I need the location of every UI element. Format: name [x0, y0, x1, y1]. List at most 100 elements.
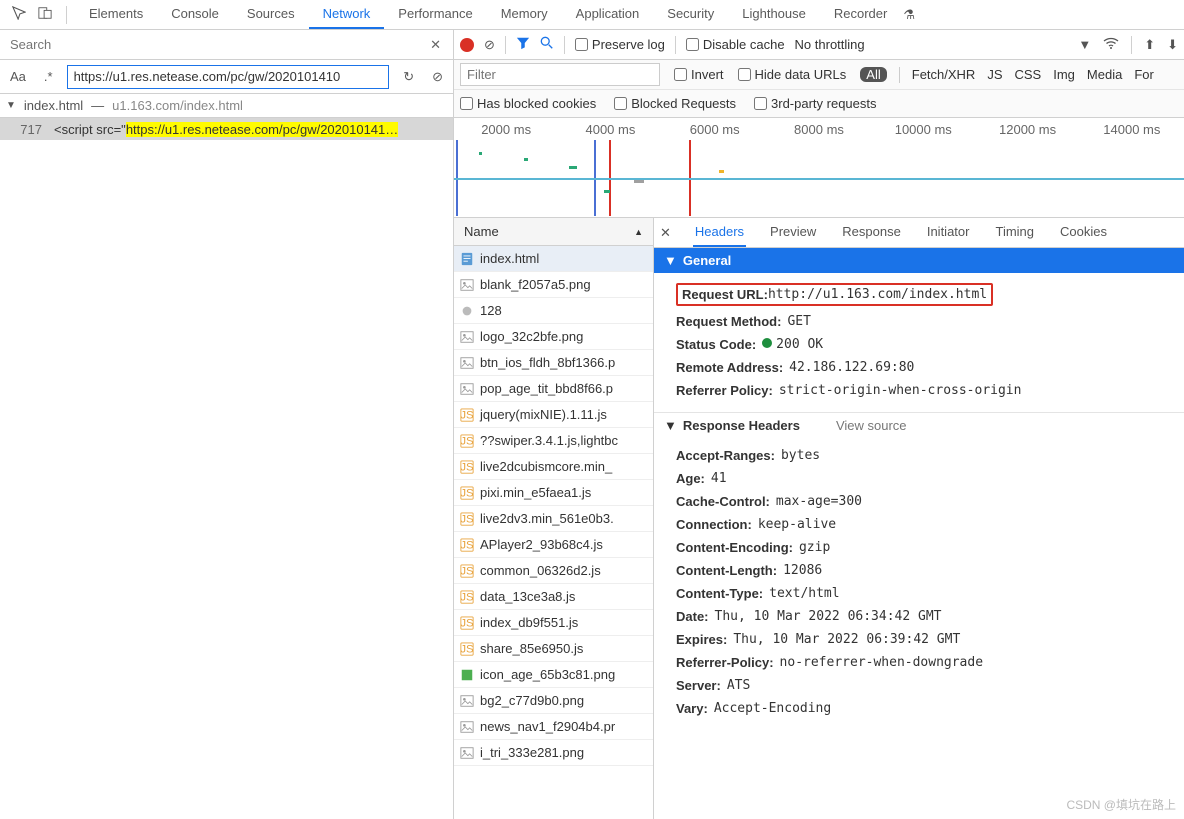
request-row[interactable]: JS??swiper.3.4.1.js,lightbc	[454, 428, 653, 454]
preserve-log-checkbox[interactable]: Preserve log	[575, 37, 665, 52]
search-query-input[interactable]	[67, 65, 390, 89]
tab-recorder[interactable]: Recorder	[820, 0, 901, 29]
detail-tab-timing[interactable]: Timing	[993, 218, 1036, 247]
header-row: Server: ATS	[676, 674, 1184, 697]
search-icon[interactable]	[540, 36, 554, 53]
filter-type-img[interactable]: Img	[1053, 67, 1075, 82]
throttling-dropdown-icon[interactable]: ▼	[1078, 37, 1091, 52]
column-header-name[interactable]: Name▲	[454, 218, 653, 246]
tab-security[interactable]: Security	[653, 0, 728, 29]
filter-icon[interactable]	[516, 36, 530, 53]
match-case-toggle[interactable]: Aa	[6, 67, 30, 86]
request-row[interactable]: JSlive2dv3.min_561e0b3.	[454, 506, 653, 532]
request-row[interactable]: btn_ios_fldh_8bf1366.p	[454, 350, 653, 376]
header-key: Referrer-Policy:	[676, 655, 774, 670]
request-row[interactable]: blank_f2057a5.png	[454, 272, 653, 298]
invert-checkbox[interactable]: Invert	[674, 67, 724, 82]
detail-tab-initiator[interactable]: Initiator	[925, 218, 972, 247]
request-name: i_tri_333e281.png	[480, 745, 584, 760]
inspect-icon[interactable]	[6, 2, 32, 27]
tab-console[interactable]: Console	[157, 0, 233, 29]
sort-asc-icon: ▲	[634, 227, 643, 237]
svg-text:JS: JS	[460, 591, 474, 603]
request-row[interactable]: JSshare_85e6950.js	[454, 636, 653, 662]
tab-sources[interactable]: Sources	[233, 0, 309, 29]
request-row[interactable]: JSAPlayer2_93b68c4.js	[454, 532, 653, 558]
result-filepath: u1.163.com/index.html	[112, 98, 243, 113]
blocked-requests-checkbox[interactable]: Blocked Requests	[614, 96, 736, 111]
search-input[interactable]	[6, 33, 424, 56]
download-icon[interactable]: ⬇	[1167, 37, 1178, 53]
header-row: Cache-Control: max-age=300	[676, 490, 1184, 513]
request-row[interactable]: JSlive2dcubismcore.min_	[454, 454, 653, 480]
tab-lighthouse[interactable]: Lighthouse	[728, 0, 820, 29]
request-name: pixi.min_e5faea1.js	[480, 485, 591, 500]
tab-performance[interactable]: Performance	[384, 0, 486, 29]
request-row[interactable]: news_nav1_f2904b4.pr	[454, 714, 653, 740]
header-key: Content-Type:	[676, 586, 763, 601]
filter-type-for[interactable]: For	[1134, 67, 1154, 82]
filter-type-js[interactable]: JS	[987, 67, 1002, 82]
request-row[interactable]: JSindex_db9f551.js	[454, 610, 653, 636]
header-value: 12086	[783, 563, 822, 578]
header-value: 41	[711, 471, 727, 486]
device-toggle-icon[interactable]	[32, 2, 58, 27]
search-result-line[interactable]: 717 <script src="https://u1.res.netease.…	[0, 118, 453, 140]
recorder-flask-icon: ⚗	[903, 7, 915, 23]
devtools-main-tabs: ElementsConsoleSourcesNetworkPerformance…	[0, 0, 1184, 30]
tab-elements[interactable]: Elements	[75, 0, 157, 29]
request-row[interactable]: JScommon_06326d2.js	[454, 558, 653, 584]
filter-type-media[interactable]: Media	[1087, 67, 1122, 82]
search-result-file[interactable]: ▼ index.html — u1.163.com/index.html	[0, 94, 453, 118]
tick: 2000 ms	[454, 122, 558, 137]
request-name: index.html	[480, 251, 539, 266]
hide-data-urls-checkbox[interactable]: Hide data URLs	[738, 67, 847, 82]
filter-bar: Invert Hide data URLs All Fetch/XHR JS CSS I…	[454, 60, 1184, 90]
throttling-select[interactable]: No throttling	[795, 37, 865, 52]
detail-tab-headers[interactable]: Headers	[693, 218, 746, 247]
header-row: Request URL: http://u1.163.com/index.htm…	[676, 279, 1184, 310]
request-row[interactable]: JSpixi.min_e5faea1.js	[454, 480, 653, 506]
tab-application[interactable]: Application	[562, 0, 654, 29]
section-response-headers[interactable]: ▼Response HeadersView source	[654, 412, 1184, 438]
clear-icon[interactable]: ⊘	[484, 37, 495, 53]
blocked-cookies-checkbox[interactable]: Has blocked cookies	[460, 96, 596, 111]
request-name: live2dv3.min_561e0b3.	[480, 511, 614, 526]
filter-type-fetch/xhr[interactable]: Fetch/XHR	[912, 67, 976, 82]
request-name: news_nav1_f2904b4.pr	[480, 719, 615, 734]
overview-timeline[interactable]: 2000 ms4000 ms6000 ms8000 ms10000 ms1200…	[454, 118, 1184, 218]
regex-toggle[interactable]: .*	[40, 67, 57, 86]
tab-network[interactable]: Network	[309, 0, 385, 29]
refresh-icon[interactable]: ↻	[399, 67, 418, 87]
detail-tab-preview[interactable]: Preview	[768, 218, 818, 247]
request-row[interactable]: pop_age_tit_bbd8f66.p	[454, 376, 653, 402]
clear-icon[interactable]: ⊘	[428, 67, 447, 87]
section-general[interactable]: ▼General	[654, 248, 1184, 273]
filter-type-css[interactable]: CSS	[1015, 67, 1042, 82]
tab-memory[interactable]: Memory	[487, 0, 562, 29]
request-row[interactable]: logo_32c2bfe.png	[454, 324, 653, 350]
third-party-checkbox[interactable]: 3rd-party requests	[754, 96, 877, 111]
disable-cache-checkbox[interactable]: Disable cache	[686, 37, 785, 52]
upload-icon[interactable]: ⬆	[1144, 37, 1155, 53]
filter-type-all[interactable]: All	[860, 67, 886, 82]
view-source-link[interactable]: View source	[836, 418, 907, 433]
request-row[interactable]: JSdata_13ce3a8.js	[454, 584, 653, 610]
record-button[interactable]	[460, 38, 474, 52]
header-row: Age: 41	[676, 467, 1184, 490]
request-row[interactable]: bg2_c77d9b0.png	[454, 688, 653, 714]
header-row: Date: Thu, 10 Mar 2022 06:34:42 GMT	[676, 605, 1184, 628]
close-icon[interactable]: ✕	[424, 37, 447, 53]
wifi-icon[interactable]	[1103, 37, 1119, 52]
detail-tab-cookies[interactable]: Cookies	[1058, 218, 1109, 247]
request-row[interactable]: JSjquery(mixNIE).1.11.js	[454, 402, 653, 428]
svg-text:JS: JS	[460, 617, 474, 629]
header-key: Remote Address:	[676, 360, 783, 375]
close-detail-icon[interactable]: ✕	[660, 225, 671, 241]
request-row[interactable]: index.html	[454, 246, 653, 272]
request-row[interactable]: icon_age_65b3c81.png	[454, 662, 653, 688]
filter-input[interactable]	[460, 63, 660, 86]
request-row[interactable]: i_tri_333e281.png	[454, 740, 653, 766]
detail-tab-response[interactable]: Response	[840, 218, 903, 247]
request-row[interactable]: 128	[454, 298, 653, 324]
